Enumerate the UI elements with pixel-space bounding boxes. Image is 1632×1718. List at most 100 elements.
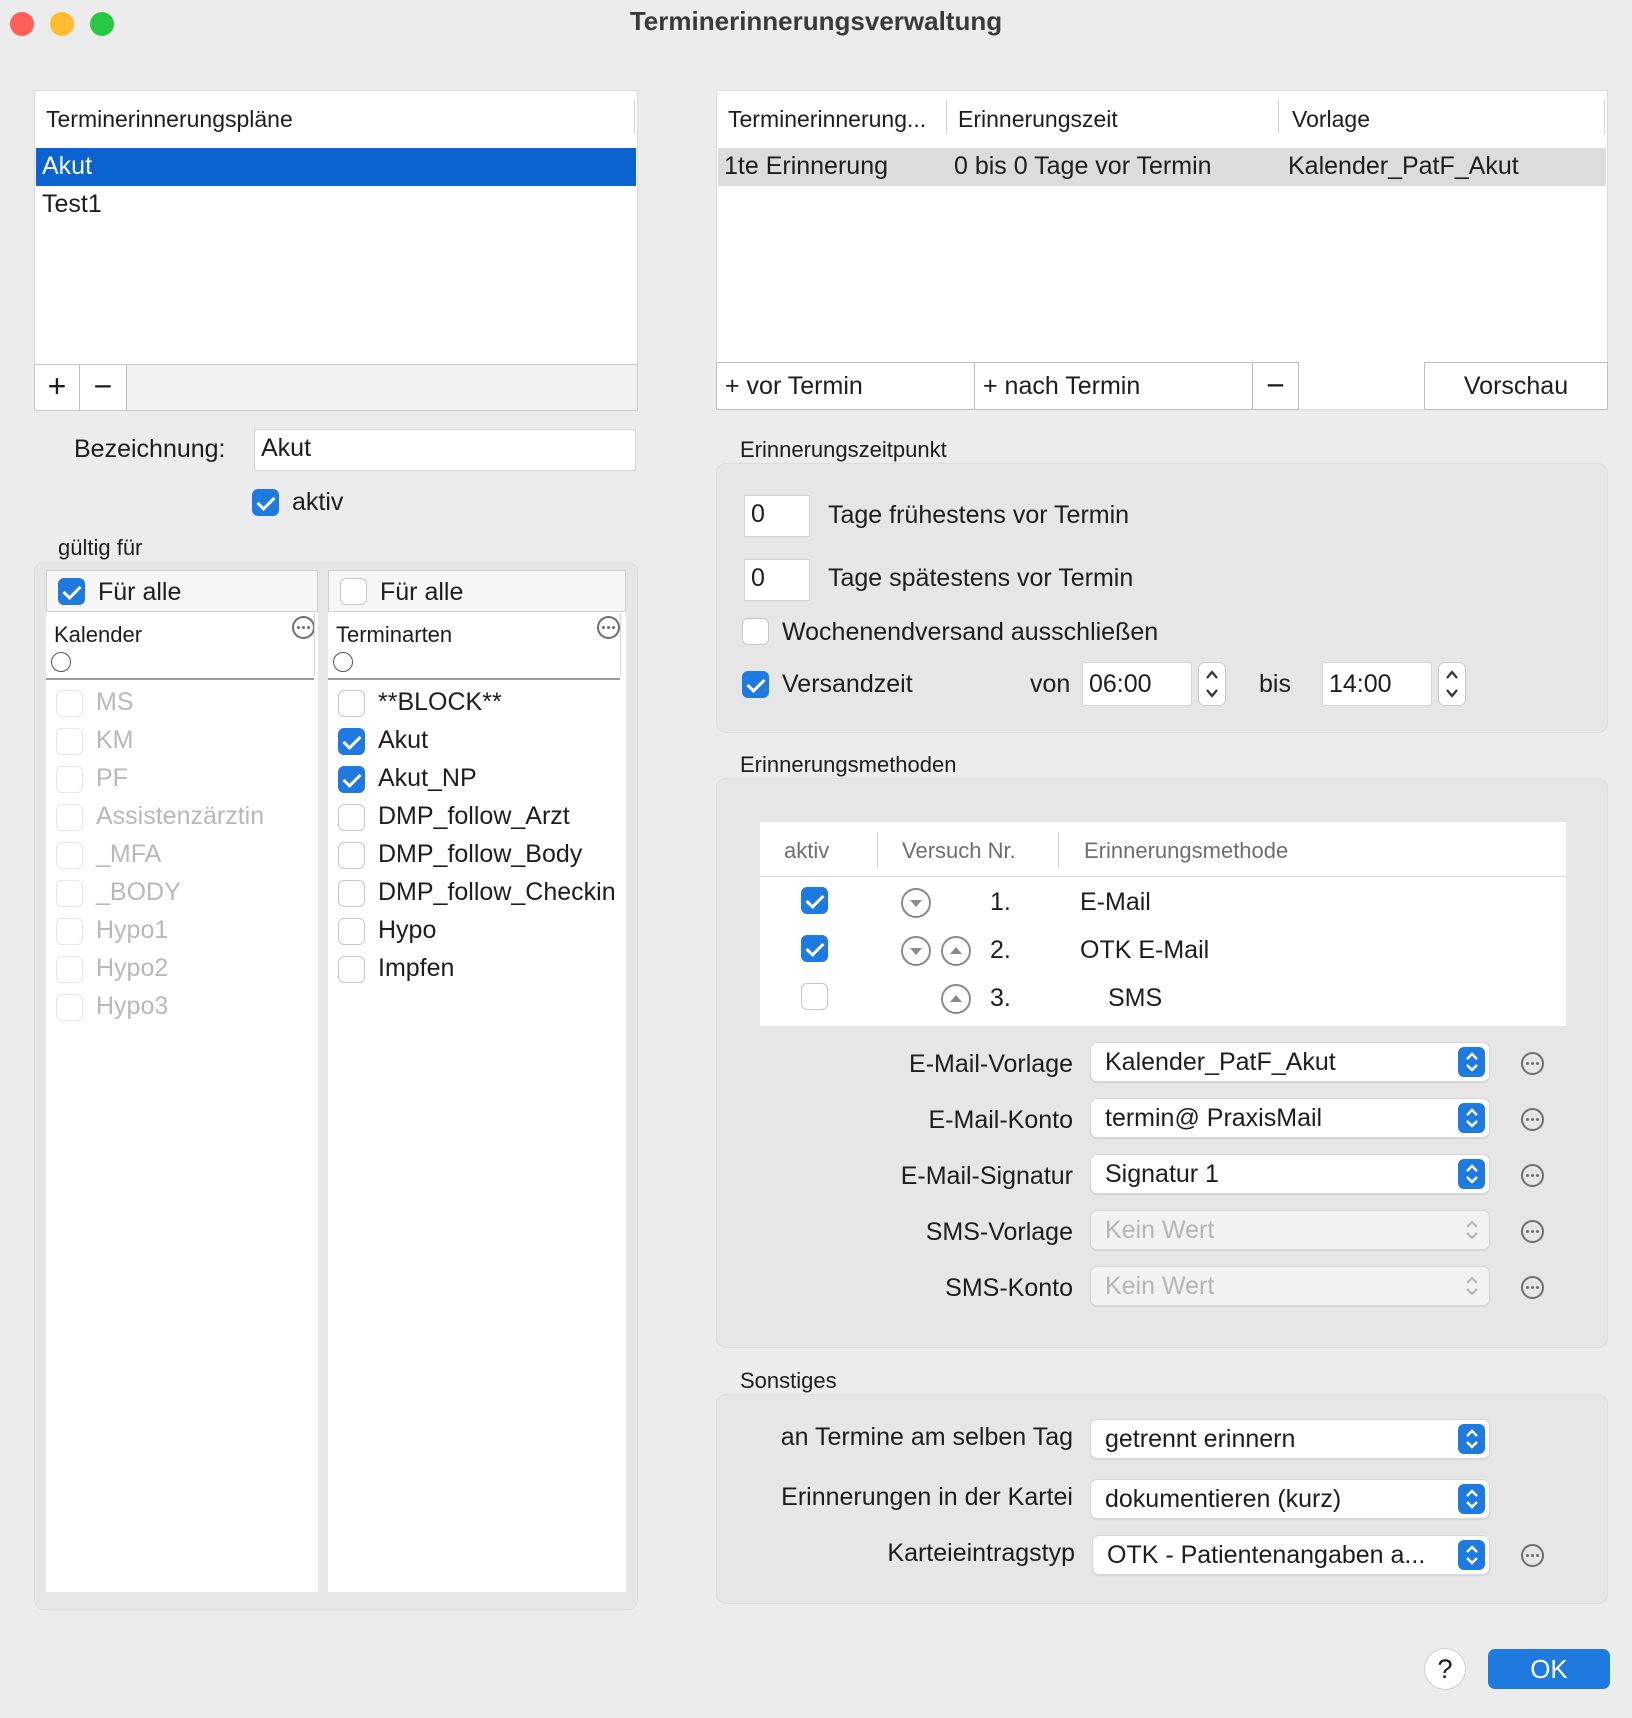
- add-plan-button[interactable]: +: [35, 365, 80, 410]
- email-account-more-icon[interactable]: [1521, 1108, 1544, 1131]
- weekend-checkbox[interactable]: [742, 618, 769, 645]
- calendar-radio-icon[interactable]: [51, 652, 71, 672]
- add-before-button[interactable]: + vor Termin: [716, 362, 975, 410]
- to-label: bis: [1259, 670, 1291, 698]
- popup-arrows-icon: [1458, 1047, 1485, 1077]
- sms-account-more-icon[interactable]: [1521, 1276, 1544, 1299]
- method-active-checkbox[interactable]: [801, 983, 828, 1010]
- calendar-item-checkbox[interactable]: [56, 880, 83, 907]
- calendar-item-checkbox[interactable]: [56, 994, 83, 1021]
- types-radio-icon[interactable]: [333, 652, 353, 672]
- calendar-all-label: Für alle: [98, 578, 182, 606]
- plan-row-selected[interactable]: [36, 148, 636, 186]
- from-time-field[interactable]: 06:00: [1082, 662, 1192, 706]
- calendar-item-label: Hypo2: [96, 954, 169, 982]
- sendtime-label: Versandzeit: [782, 670, 913, 698]
- plan-item-akut[interactable]: Akut: [42, 152, 92, 181]
- email-signature-more-icon[interactable]: [1521, 1164, 1544, 1187]
- record-label: Erinnerungen in der Kartei: [781, 1483, 1073, 1511]
- sms-account-label: SMS-Konto: [945, 1274, 1073, 1302]
- remove-plan-button[interactable]: −: [80, 365, 127, 410]
- method-active-checkbox[interactable]: [801, 887, 828, 914]
- move-down-icon[interactable]: [900, 935, 932, 972]
- calendar-item-checkbox[interactable]: [56, 842, 83, 869]
- type-item-checkbox[interactable]: [338, 690, 365, 717]
- types-more-icon[interactable]: [597, 616, 620, 639]
- sms-template-label: SMS-Vorlage: [925, 1218, 1073, 1246]
- move-down-icon[interactable]: [900, 887, 932, 924]
- designation-field[interactable]: Akut: [254, 429, 636, 471]
- from-time-stepper[interactable]: [1198, 662, 1226, 706]
- entry-type-more-icon[interactable]: [1521, 1544, 1544, 1567]
- earliest-days-field[interactable]: 0: [744, 495, 810, 537]
- type-item-label: DMP_follow_Body: [378, 840, 583, 868]
- add-after-button[interactable]: + nach Termin: [974, 362, 1253, 410]
- calendar-item-label: Hypo3: [96, 992, 169, 1020]
- sendtime-checkbox[interactable]: [742, 671, 769, 698]
- type-item-checkbox[interactable]: [338, 880, 365, 907]
- to-time-field[interactable]: 14:00: [1322, 662, 1432, 706]
- same-day-popup[interactable]: getrennt erinnern: [1090, 1419, 1490, 1459]
- email-signature-popup[interactable]: Signatur 1: [1090, 1154, 1490, 1194]
- popup-arrows-icon: [1458, 1424, 1485, 1454]
- sms-template-popup[interactable]: Kein Wert: [1090, 1210, 1490, 1250]
- type-item-label: Akut: [378, 726, 429, 754]
- email-template-more-icon[interactable]: [1521, 1052, 1544, 1075]
- calendar-item-checkbox[interactable]: [56, 804, 83, 831]
- active-checkbox[interactable]: [252, 489, 279, 516]
- help-button[interactable]: ?: [1424, 1648, 1466, 1690]
- methods-col-method: Erinnerungsmethode: [1084, 838, 1289, 863]
- type-item-checkbox[interactable]: [338, 804, 365, 831]
- reminders-col-template: Vorlage: [1292, 106, 1371, 132]
- calendar-item-checkbox[interactable]: [56, 918, 83, 945]
- calendar-item-label: MS: [96, 688, 134, 716]
- type-item-label: Akut_NP: [378, 764, 477, 792]
- calendar-item-label: _MFA: [96, 840, 162, 868]
- method-name: E-Mail: [1080, 888, 1151, 916]
- method-active-checkbox[interactable]: [801, 935, 828, 962]
- to-time-stepper[interactable]: [1438, 662, 1466, 706]
- designation-label: Bezeichnung:: [74, 435, 226, 463]
- reminder-template: Kalender_PatF_Akut: [1288, 152, 1519, 180]
- calendar-item-checkbox[interactable]: [56, 956, 83, 983]
- type-item-checkbox[interactable]: [338, 842, 365, 869]
- reminders-col-name: Terminerinnerung...: [728, 106, 927, 132]
- earliest-days-label: Tage frühestens vor Termin: [828, 501, 1130, 529]
- calendar-more-icon[interactable]: [292, 616, 315, 639]
- move-up-icon[interactable]: [940, 935, 972, 972]
- method-attempt-nr: 3.: [990, 984, 1011, 1012]
- remove-reminder-button[interactable]: −: [1252, 362, 1299, 410]
- calendar-list: [46, 570, 318, 1592]
- types-list: [328, 570, 626, 1592]
- types-all-checkbox[interactable]: [340, 578, 367, 605]
- active-label: aktiv: [292, 488, 344, 516]
- latest-days-label: Tage spätestens vor Termin: [828, 564, 1134, 592]
- ok-button[interactable]: OK: [1488, 1649, 1610, 1689]
- latest-days-field[interactable]: 0: [744, 559, 810, 601]
- plans-table: [34, 90, 638, 410]
- record-popup[interactable]: dokumentieren (kurz): [1090, 1479, 1490, 1519]
- calendar-item-checkbox[interactable]: [56, 766, 83, 793]
- popup-arrows-icon: [1458, 1271, 1485, 1301]
- type-item-checkbox[interactable]: [338, 728, 365, 755]
- move-up-icon[interactable]: [940, 983, 972, 1020]
- email-template-popup[interactable]: Kalender_PatF_Akut: [1090, 1042, 1490, 1082]
- sms-account-popup[interactable]: Kein Wert: [1090, 1266, 1490, 1306]
- timing-section-label: Erinnerungszeitpunkt: [740, 437, 947, 462]
- entry-type-popup[interactable]: OTK - Patientenangaben a...: [1092, 1535, 1490, 1575]
- type-item-checkbox[interactable]: [338, 766, 365, 793]
- plan-item-test1[interactable]: Test1: [42, 190, 102, 219]
- calendar-item-checkbox[interactable]: [56, 690, 83, 717]
- reminders-col-time: Erinnerungszeit: [958, 106, 1118, 132]
- email-account-popup[interactable]: termin@ PraxisMail: [1090, 1098, 1490, 1138]
- type-item-checkbox[interactable]: [338, 918, 365, 945]
- calendar-item-label: KM: [96, 726, 134, 754]
- sms-template-more-icon[interactable]: [1521, 1220, 1544, 1243]
- preview-button[interactable]: Vorschau: [1424, 362, 1608, 410]
- type-item-checkbox[interactable]: [338, 956, 365, 983]
- calendar-all-checkbox[interactable]: [58, 578, 85, 605]
- calendar-item-checkbox[interactable]: [56, 728, 83, 755]
- entry-type-label: Karteieintragstyp: [887, 1539, 1075, 1567]
- valid-for-label: gültig für: [58, 535, 143, 560]
- window-title: Terminerinnerungsverwaltung: [629, 6, 1003, 36]
